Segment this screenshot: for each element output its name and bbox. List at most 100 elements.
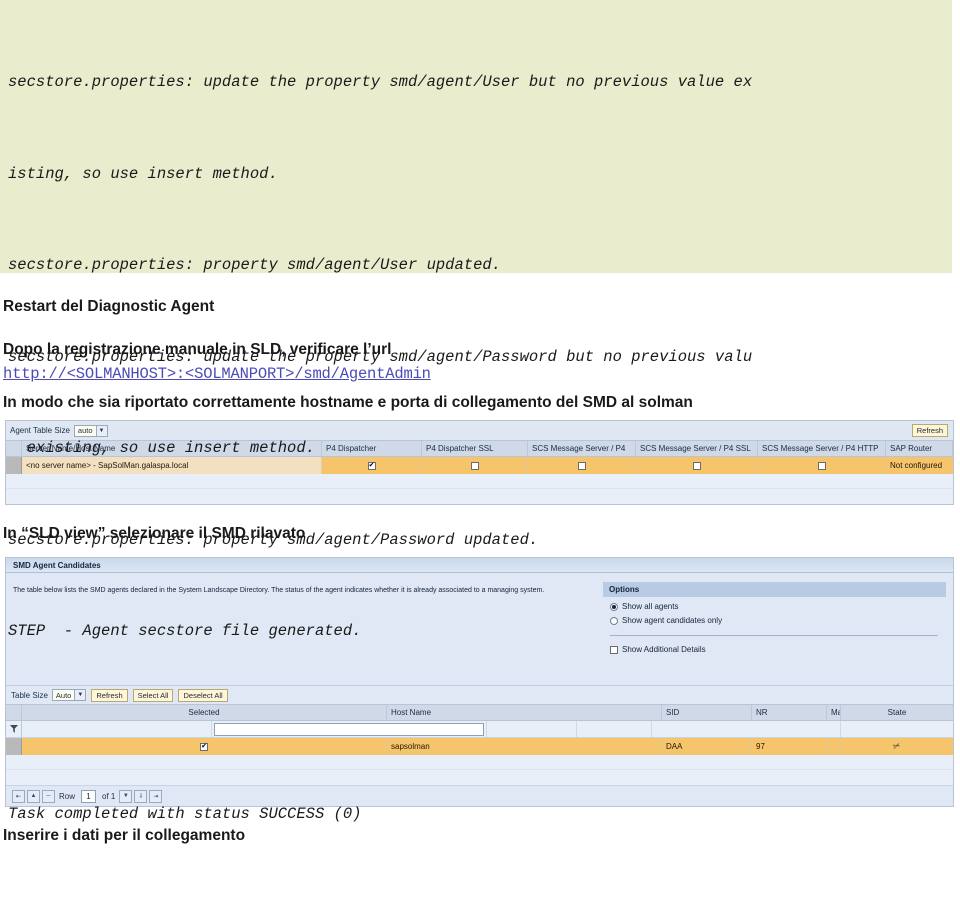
- column-header-managing-system[interactable]: Managing System: [827, 705, 841, 720]
- column-header-p4-dispatcher-ssl[interactable]: P4 Dispatcher SSL: [422, 441, 528, 456]
- cell-sid: DAA: [662, 738, 752, 755]
- pager-total-label: of 1: [102, 791, 116, 801]
- column-header-server-name[interactable]: Server Name/Host Name: [22, 441, 322, 456]
- smd-table-filter-row: [6, 721, 953, 738]
- agent-table-screenshot: Agent Table Size auto ▼ Refresh Server N…: [5, 420, 954, 505]
- filter-icon[interactable]: [6, 721, 22, 737]
- smd-panel-title: SMD Agent Candidates: [6, 558, 953, 573]
- table-row-empty: [6, 474, 953, 489]
- previous-page-button[interactable]: ▲: [27, 789, 40, 803]
- smd-table-size-value: Auto: [55, 690, 72, 700]
- column-header-scs-p4-ssl[interactable]: SCS Message Server / P4 SSL: [636, 441, 758, 456]
- checkbox-icon-additional-details[interactable]: [610, 645, 618, 654]
- cell-sap-router: Not configured: [890, 461, 943, 470]
- checkbox-scs-p4-http[interactable]: [817, 461, 826, 470]
- smd-refresh-button[interactable]: Refresh: [91, 688, 128, 702]
- smd-panel-description: The table below lists the SMD agents dec…: [13, 587, 545, 594]
- row-handle-header: [6, 705, 22, 720]
- checkbox-show-additional-details[interactable]: Show Additional Details: [603, 636, 946, 654]
- filter-cell-state[interactable]: [841, 721, 953, 737]
- column-header-sap-router[interactable]: SAP Router: [886, 441, 953, 456]
- cell-selected[interactable]: ✔: [22, 738, 387, 755]
- radio-show-agent-candidates-only[interactable]: Show agent candidates only: [603, 611, 946, 625]
- agent-table-size-select[interactable]: auto ▼: [73, 424, 108, 437]
- smd-table-empty-rows: [6, 755, 953, 785]
- agent-table-refresh-button[interactable]: Refresh: [911, 424, 948, 437]
- row-handle[interactable]: [6, 457, 22, 474]
- smd-table-toolbar: Table Size Auto ▼ Refresh Select All Des…: [6, 685, 953, 704]
- prev-row-button[interactable]: ─: [42, 789, 55, 803]
- cell-p4-dispatcher-ssl[interactable]: [422, 457, 528, 474]
- column-header-scs-p4[interactable]: SCS Message Server / P4: [528, 441, 636, 456]
- cell-state[interactable]: ✂: [841, 738, 953, 755]
- column-header-state[interactable]: State: [841, 705, 953, 720]
- row-handle[interactable]: [6, 738, 22, 755]
- agent-table-empty-rows: [6, 474, 953, 504]
- filter-cell-selected[interactable]: [22, 721, 212, 737]
- checkbox-scs-p4[interactable]: [577, 461, 586, 470]
- cell-host-name: sapsolman: [387, 738, 662, 755]
- smd-table-size-select[interactable]: Auto ▼: [51, 689, 87, 701]
- cell-p4-dispatcher[interactable]: ✔: [322, 457, 422, 474]
- agent-table-toolbar: Agent Table Size auto ▼ Refresh: [6, 421, 953, 440]
- cell-scs-p4-ssl[interactable]: [636, 457, 758, 474]
- agent-table-size-label: Agent Table Size: [10, 426, 70, 435]
- paragraph-hostname-note: In modo che sia riportato correttamente …: [3, 394, 693, 411]
- radio-label-show-candidates: Show agent candidates only: [622, 616, 723, 625]
- smd-deselect-all-button[interactable]: Deselect All: [178, 688, 228, 702]
- filter-cell-sid[interactable]: [487, 721, 577, 737]
- log-line: secstore.properties: update the property…: [8, 73, 753, 91]
- column-header-nr[interactable]: NR: [752, 705, 827, 720]
- smd-table-header-row: Selected Host Name SID NR Managing Syste…: [6, 704, 953, 721]
- agent-table-header-row: Server Name/Host Name P4 Dispatcher P4 D…: [6, 440, 953, 457]
- table-row-empty: [6, 755, 953, 770]
- chevron-down-icon: ▼: [74, 690, 86, 700]
- smd-options-header: Options: [603, 582, 946, 597]
- cell-managing-system: [827, 738, 841, 755]
- filter-cell-managing-system[interactable]: [652, 721, 841, 737]
- filter-input-host-name[interactable]: [213, 722, 484, 736]
- smd-select-all-button[interactable]: Select All: [132, 688, 174, 702]
- row-handle-header: [6, 441, 22, 456]
- column-header-sid[interactable]: SID: [662, 705, 752, 720]
- filter-cell-nr[interactable]: [577, 721, 652, 737]
- chevron-down-icon: ▼: [95, 425, 107, 436]
- next-page-button[interactable]: ⇩: [134, 789, 148, 803]
- smd-agent-candidates-screenshot: SMD Agent Candidates The table below lis…: [5, 557, 954, 807]
- pager-row-label: Row: [59, 791, 76, 801]
- agent-table-size-value: auto: [77, 426, 93, 435]
- smd-table-size-label: Table Size: [11, 690, 48, 700]
- smd-table-row[interactable]: ✔ sapsolman DAA 97 ✂: [6, 738, 953, 755]
- pager-current-row-input[interactable]: 1: [81, 789, 97, 803]
- cell-server-name: <no server name> - SapSolMan.galaspa.loc…: [22, 457, 322, 474]
- paragraph-insert-data: Inserire i dati per il collegamento: [3, 827, 246, 844]
- plug-icon: ✂: [891, 740, 903, 753]
- agent-admin-url-link[interactable]: http://<SOLMANHOST>:<SOLMANPORT>/smd/Age…: [3, 365, 431, 383]
- checkbox-row-selected[interactable]: ✔: [200, 742, 208, 751]
- smd-panel-body: The table below lists the SMD agents dec…: [6, 573, 953, 685]
- checkbox-label-additional-details: Show Additional Details: [622, 645, 706, 654]
- cell-scs-p4-http[interactable]: [758, 457, 886, 474]
- smd-options-panel: Options Show all agents Show agent candi…: [603, 582, 953, 685]
- checkbox-p4-dispatcher-ssl[interactable]: [470, 461, 479, 470]
- checkbox-scs-p4-ssl[interactable]: [692, 461, 701, 470]
- first-page-button[interactable]: ⇤: [12, 789, 25, 803]
- column-header-p4-dispatcher[interactable]: P4 Dispatcher: [322, 441, 422, 456]
- next-row-button[interactable]: ▼: [119, 789, 133, 803]
- filter-cell-host-name[interactable]: [212, 721, 487, 737]
- agent-table-row[interactable]: <no server name> - SapSolMan.galaspa.loc…: [6, 457, 953, 474]
- table-row-empty: [6, 770, 953, 785]
- radio-icon-selected[interactable]: [610, 602, 618, 611]
- table-row-empty: [6, 489, 953, 504]
- column-header-selected[interactable]: Selected: [22, 705, 387, 720]
- console-log-output: secstore.properties: update the property…: [0, 0, 952, 823]
- checkbox-p4-dispatcher[interactable]: ✔: [367, 461, 376, 470]
- radio-label-show-all-agents: Show all agents: [622, 602, 679, 611]
- cell-scs-p4[interactable]: [528, 457, 636, 474]
- radio-icon-unselected[interactable]: [610, 616, 618, 625]
- heading-restart-agent: Restart del Diagnostic Agent: [3, 298, 215, 315]
- last-page-button[interactable]: ⇥: [149, 789, 163, 803]
- column-header-scs-p4-http[interactable]: SCS Message Server / P4 HTTP: [758, 441, 886, 456]
- column-header-host-name[interactable]: Host Name: [387, 705, 662, 720]
- radio-show-all-agents[interactable]: Show all agents: [603, 597, 946, 611]
